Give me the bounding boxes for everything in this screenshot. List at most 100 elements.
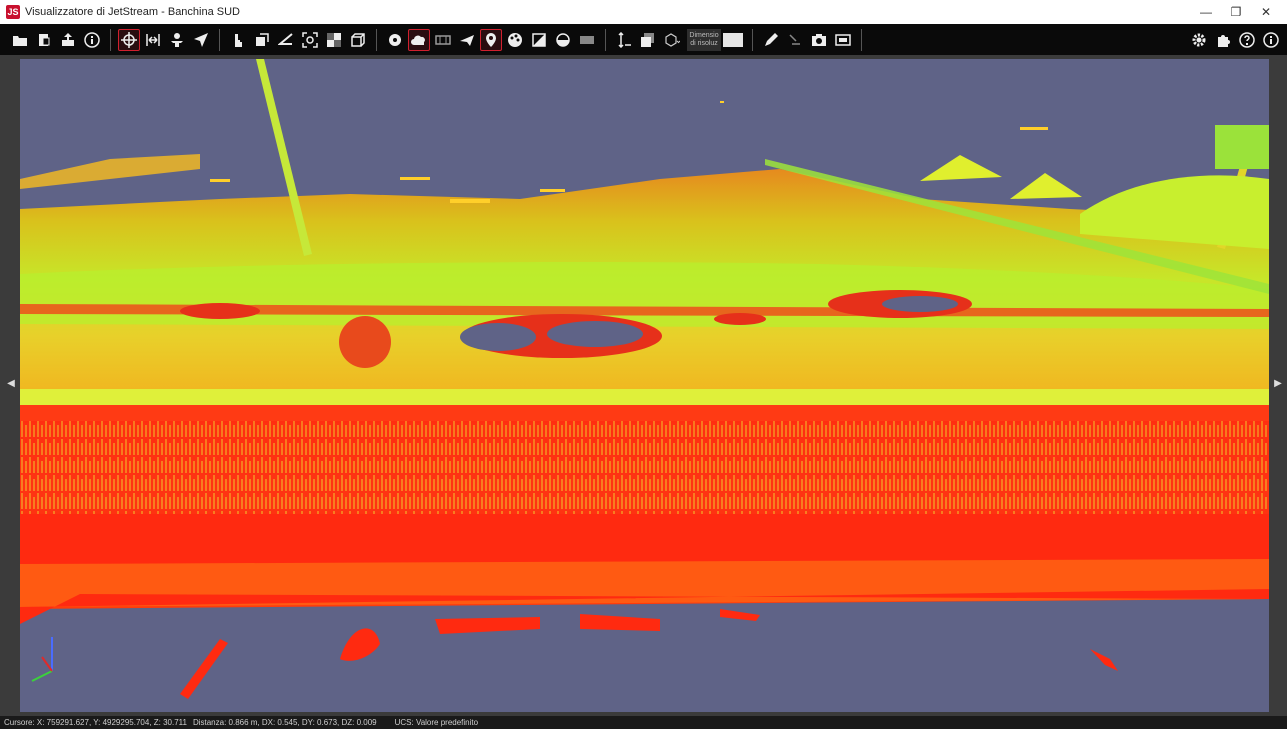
vertical-measure-icon [618,31,631,48]
cube-view-button[interactable] [347,29,369,51]
info-icon [84,31,100,48]
point-size-label-text: Dimensio di risoluz [689,31,719,47]
plane-icon [460,34,474,46]
draw-pen-button[interactable] [760,29,782,51]
close-button[interactable]: ✕ [1251,5,1281,19]
ucs-readout: UCS: Valore predefinito [394,718,479,727]
collapse-left-panel-arrow[interactable]: ◀ [6,373,16,393]
toolbar-separator [752,28,753,51]
annotation-tool-group [759,24,855,55]
pen-icon [765,32,778,46]
info-button[interactable] [81,29,103,51]
view-tool-group [226,24,370,55]
toolbar-separator [376,28,377,51]
video-record-button[interactable] [832,29,854,51]
app-logo-icon: JS [6,5,20,19]
intensity-map-button[interactable] [323,29,345,51]
section-icon [435,34,451,45]
select-points-button[interactable] [227,29,249,51]
text-cursor-icon [789,33,800,45]
title-bar: JS Visualizzatore di JetStream - Banchin… [0,0,1287,24]
about-button[interactable] [1260,29,1282,51]
point-size-label: Dimensio di risoluz [687,28,721,51]
open-project-button[interactable] [33,29,55,51]
minimize-button[interactable]: — [1191,5,1221,19]
pan-mode-button[interactable] [142,29,164,51]
distance-readout: Distanza: 0.866 m, DX: 0.545, DY: 0.673,… [192,718,377,727]
contrast-button[interactable] [528,29,550,51]
help-question-icon [1239,31,1255,48]
palette-icon [508,32,522,47]
point-cloud-render[interactable] [20,59,1269,712]
zoom-fit-icon [302,31,318,48]
info-icon [1263,31,1279,48]
folder-open-icon [13,35,27,46]
height-measure-button[interactable] [613,29,635,51]
plugins-button[interactable] [1212,29,1234,51]
display-tool-group [383,24,599,55]
person-icon [171,32,183,47]
clipping-icon [256,32,269,46]
toolbar-right-group [1187,24,1283,55]
angle-icon [278,32,293,45]
file-tool-group [8,24,104,55]
view-preset-dropdown[interactable] [661,29,683,51]
camera-icon [812,33,826,46]
open-folder-button[interactable] [9,29,31,51]
status-bar: Cursore: X: 759291.627, Y: 4929295.704, … [0,716,1287,729]
point-size-swatch[interactable] [723,32,743,47]
hand-pointer-icon [235,33,242,47]
half-circle-button[interactable] [552,29,574,51]
help-button[interactable] [1236,29,1258,51]
cloud-icon [411,35,425,45]
settings-button[interactable] [1188,29,1210,51]
window-title: Visualizzatore di JetStream - Banchina S… [25,6,241,18]
layers-icon [641,32,654,47]
point-size-selector[interactable]: Dimensio di risoluz [687,28,743,51]
toolbar-separator [110,28,111,51]
navigation-tool-group [117,24,213,55]
cloud-display-button[interactable] [408,28,430,51]
fly-mode-button[interactable] [190,29,212,51]
export-icon [62,32,74,46]
map-pin-icon [486,32,496,47]
fly-to-button[interactable] [456,29,478,51]
checker-grid-icon [327,32,341,47]
layers-button[interactable] [637,29,659,51]
video-icon [835,33,851,46]
toolbar-separator [219,28,220,51]
export-button[interactable] [57,29,79,51]
contrast-icon [532,32,546,47]
text-annotation-button[interactable] [784,29,806,51]
measure-angle-button[interactable] [275,29,297,51]
target-circle-icon [389,33,401,46]
maximize-button[interactable]: ❐ [1221,5,1251,19]
toolbar-separator [605,28,606,51]
orbit-mode-button[interactable] [118,28,140,51]
gear-icon [1192,33,1206,46]
tools-group: Dimensio di risoluz [612,24,746,55]
move-cross-icon [121,31,137,48]
cube-outline-chevron-icon [665,32,680,47]
toolbar-separator [861,28,862,51]
point-cloud-viewport[interactable] [20,59,1269,712]
snapshot-button[interactable] [808,29,830,51]
half-circle-icon [556,32,570,47]
walk-mode-button[interactable] [166,29,188,51]
color-palette-button[interactable] [504,29,526,51]
panorama-button[interactable] [576,29,598,51]
collapse-right-panel-arrow[interactable]: ▶ [1273,373,1283,393]
window-controls: — ❐ ✕ [1191,0,1281,24]
cursor-coordinates: Cursore: X: 759291.627, Y: 4929295.704, … [4,718,187,727]
project-icon [39,33,50,46]
zoom-extents-button[interactable] [299,29,321,51]
point-display-button[interactable] [384,29,406,51]
panorama-icon [580,35,594,44]
cube-icon [351,32,365,47]
section-view-button[interactable] [432,29,454,51]
viewport-frame: ◀ ▶ [0,55,1287,716]
puzzle-icon [1218,34,1230,47]
location-pin-button[interactable] [480,28,502,51]
main-toolbar: Dimensio di risoluz [0,24,1287,55]
clipping-box-button[interactable] [251,29,273,51]
